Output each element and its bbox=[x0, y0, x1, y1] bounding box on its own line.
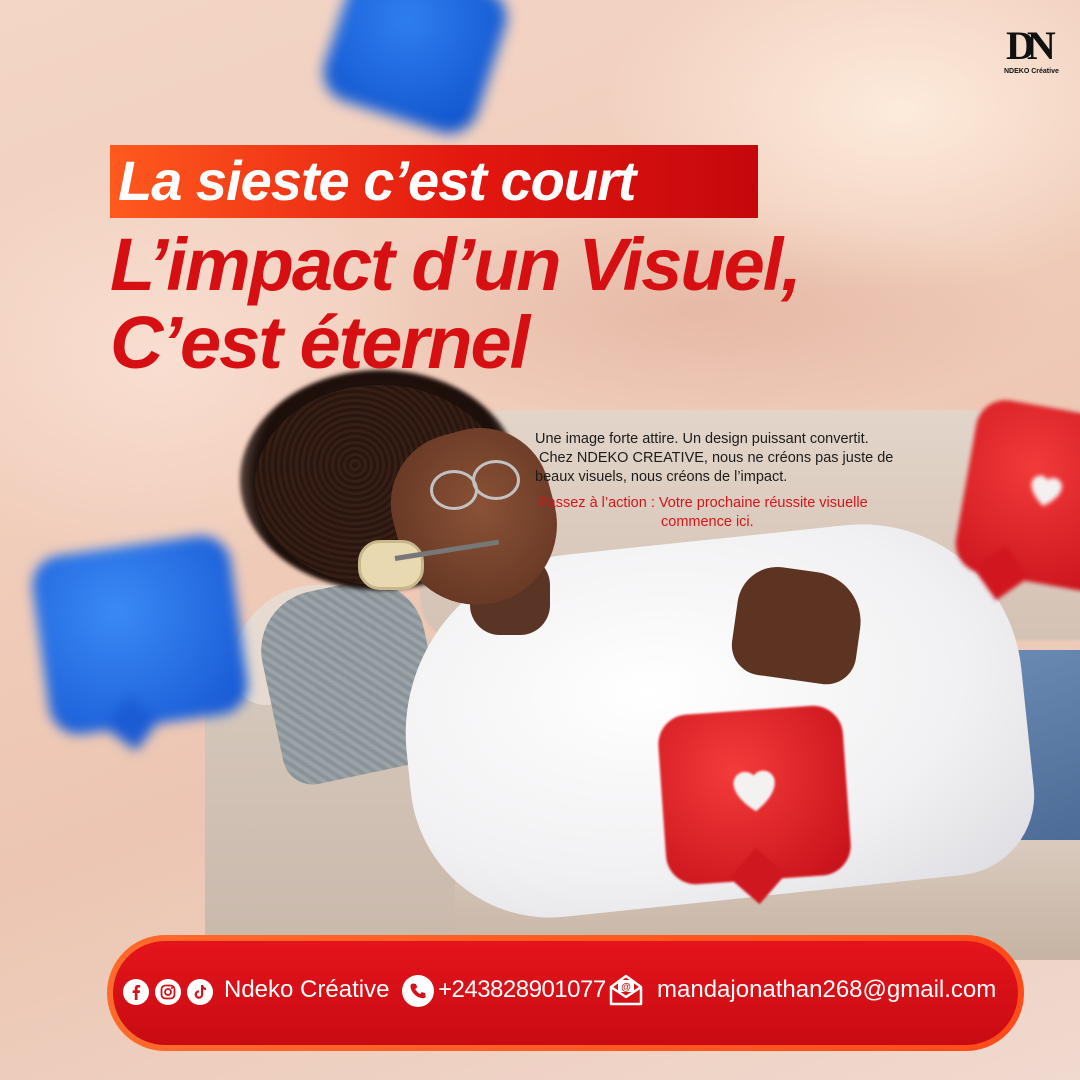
footer-phone[interactable]: +243828901077 bbox=[438, 976, 606, 1004]
call-to-action: Passez à l’action : Votre prochaine réus… bbox=[538, 494, 898, 532]
cta-line-2: commence ici. bbox=[661, 514, 754, 530]
brand-logo: DN NDEKO Créative bbox=[1002, 23, 1059, 82]
logo-text: NDEKO Créative bbox=[1004, 68, 1059, 75]
body-line-1: Une image forte attire. Un design puissa… bbox=[535, 431, 869, 447]
footer-email[interactable]: mandajonathan268@gmail.com bbox=[657, 976, 996, 1004]
heart-icon bbox=[733, 770, 775, 812]
headline-line-3: C’est éternel bbox=[110, 301, 530, 384]
logo-mark: DN bbox=[1006, 23, 1056, 68]
cta-line-1: Passez à l’action : Votre prochaine réus… bbox=[538, 495, 868, 511]
mail-icon: @ bbox=[609, 974, 643, 1006]
tiktok-icon[interactable] bbox=[187, 979, 213, 1005]
glasses-lens-right bbox=[472, 460, 520, 500]
facebook-icon[interactable] bbox=[123, 979, 149, 1005]
body-copy: Une image forte attire. Un design puissa… bbox=[535, 430, 930, 487]
glasses bbox=[400, 460, 520, 510]
like-bubble-icon bbox=[28, 531, 252, 751]
headset bbox=[358, 540, 424, 590]
heart-icon bbox=[1031, 475, 1063, 506]
glasses-lens-left bbox=[430, 470, 478, 510]
svg-text:@: @ bbox=[621, 982, 631, 993]
heart-bubble-icon bbox=[656, 703, 853, 905]
body-line-3: beaux visuels, nous créons de l’impact. bbox=[535, 469, 788, 485]
headline-tag: La sieste c’est court bbox=[118, 149, 636, 212]
phone-icon bbox=[402, 975, 434, 1007]
body-line-2: Chez NDEKO CREATIVE, nous ne créons pas … bbox=[539, 450, 894, 466]
footer-brand-name: Ndeko Créative bbox=[224, 976, 390, 1003]
headline-line-2: L’impact d’un Visuel, bbox=[110, 223, 802, 306]
instagram-icon[interactable] bbox=[155, 979, 181, 1005]
